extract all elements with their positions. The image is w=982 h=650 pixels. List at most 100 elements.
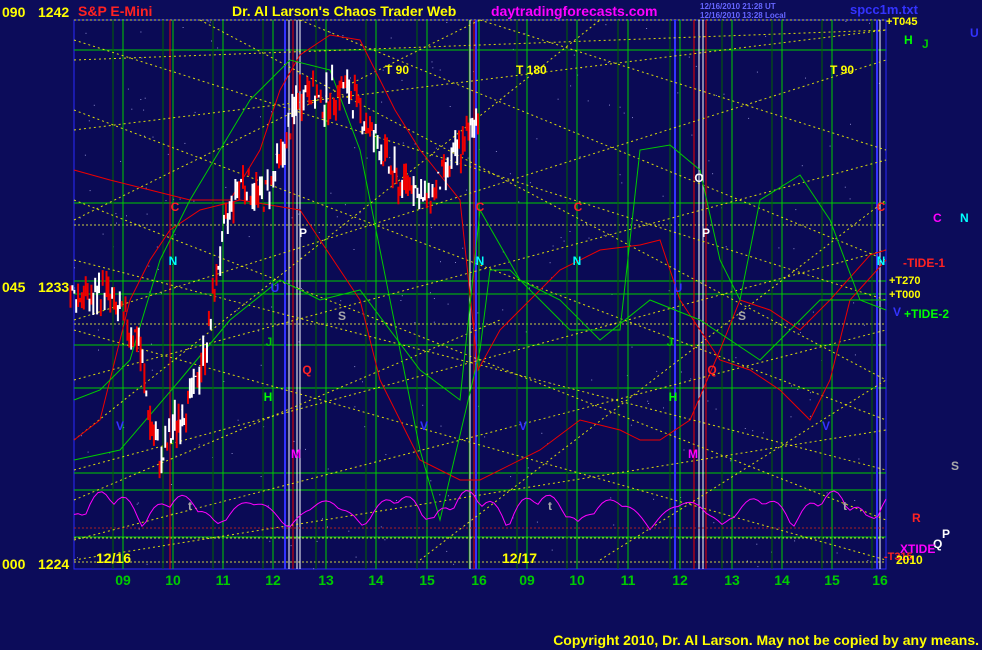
star-dot [603, 234, 605, 236]
star-dot [801, 165, 803, 167]
star-dot [495, 151, 497, 152]
hour-label: 13 [318, 572, 334, 588]
star-dot [305, 448, 306, 450]
star-dot [462, 247, 464, 249]
star-dot [444, 323, 446, 325]
star-dot [662, 195, 664, 197]
star-dot [529, 287, 530, 289]
star-dot [267, 505, 269, 507]
letter-marker: V [420, 419, 428, 433]
star-dot [348, 530, 350, 532]
star-dot [551, 549, 553, 551]
star-dot [236, 309, 238, 311]
star-dot [805, 77, 806, 79]
star-dot [455, 262, 456, 263]
star-dot [260, 476, 262, 477]
star-dot [854, 354, 856, 356]
star-dot [812, 311, 814, 313]
star-dot [161, 292, 162, 294]
star-dot [316, 540, 318, 542]
legend-p: P [942, 527, 950, 541]
star-dot [447, 495, 449, 497]
star-dot [605, 24, 607, 26]
star-dot [440, 261, 441, 263]
star-dot [647, 400, 649, 402]
letter-marker: O [694, 171, 703, 185]
legend-h: H [904, 33, 913, 47]
star-dot [477, 312, 479, 314]
chaos-trader-chart: C C C CN N N NP PS SJ JH HV V V VM MOU UQ Qt t t 090 1242 … [0, 0, 982, 650]
star-dot [184, 142, 186, 144]
star-dot [98, 349, 99, 351]
star-dot [131, 108, 133, 110]
letter-marker: t [188, 499, 192, 513]
star-dot [688, 56, 690, 58]
star-dot [453, 563, 455, 565]
star-dot [691, 134, 693, 136]
star-dot [207, 20, 209, 22]
star-dot [449, 106, 451, 107]
legend-r: R [912, 511, 921, 525]
star-dot [715, 95, 717, 96]
star-dot [756, 71, 758, 73]
star-dot [778, 247, 780, 249]
star-dot [291, 217, 293, 219]
star-dot [271, 111, 272, 113]
legend-tide-1: -TIDE-1 [903, 256, 945, 270]
date-label-1: 12/16 [96, 550, 131, 566]
star-dot [74, 287, 76, 289]
star-dot [152, 136, 154, 138]
star-dot [322, 518, 323, 520]
star-dot [439, 69, 441, 71]
star-dot [591, 379, 593, 381]
legend-j: J [922, 37, 929, 51]
star-dot [690, 378, 692, 380]
letter-marker: V [519, 419, 527, 433]
star-dot [258, 330, 260, 332]
star-dot [138, 528, 140, 530]
star-dot [569, 231, 571, 232]
legend-tide-2: +TIDE-2 [904, 307, 949, 321]
star-dot [756, 543, 758, 545]
star-dot [790, 416, 792, 418]
star-dot [330, 192, 332, 194]
letter-marker: N [573, 254, 582, 268]
star-dot [93, 104, 95, 106]
star-dot [237, 419, 239, 421]
hour-label: 10 [165, 572, 181, 588]
star-dot [836, 552, 838, 554]
star-dot [757, 566, 759, 568]
star-dot [435, 147, 437, 149]
star-dot [794, 540, 796, 542]
star-dot [433, 298, 435, 299]
letter-marker: C [574, 200, 583, 214]
star-dot [165, 200, 167, 202]
letter-marker: t [843, 499, 847, 513]
letter-marker: t [548, 499, 552, 513]
star-dot [400, 300, 402, 301]
star-dot [623, 112, 625, 114]
star-dot [632, 117, 633, 119]
star-dot [715, 408, 717, 410]
star-dot [730, 460, 732, 462]
star-dot [148, 265, 150, 267]
star-dot [390, 37, 392, 39]
hour-label: 09 [115, 572, 131, 588]
star-dot [850, 123, 851, 125]
star-dot [587, 100, 589, 102]
hour-label: 16 [471, 572, 487, 588]
time-marker-3: T 90 [830, 63, 854, 77]
star-dot [167, 153, 169, 155]
hour-label: 16 [872, 572, 888, 588]
letter-marker: N [169, 254, 178, 268]
star-dot [340, 300, 342, 302]
legend-v: V [893, 305, 901, 319]
site-name: daytradingforecasts.com [491, 3, 658, 19]
star-dot [327, 526, 328, 528]
star-dot [541, 432, 543, 434]
star-dot [146, 213, 148, 215]
star-dot [329, 31, 331, 33]
star-dot [298, 341, 300, 343]
star-dot [560, 237, 562, 239]
star-dot [748, 117, 750, 119]
